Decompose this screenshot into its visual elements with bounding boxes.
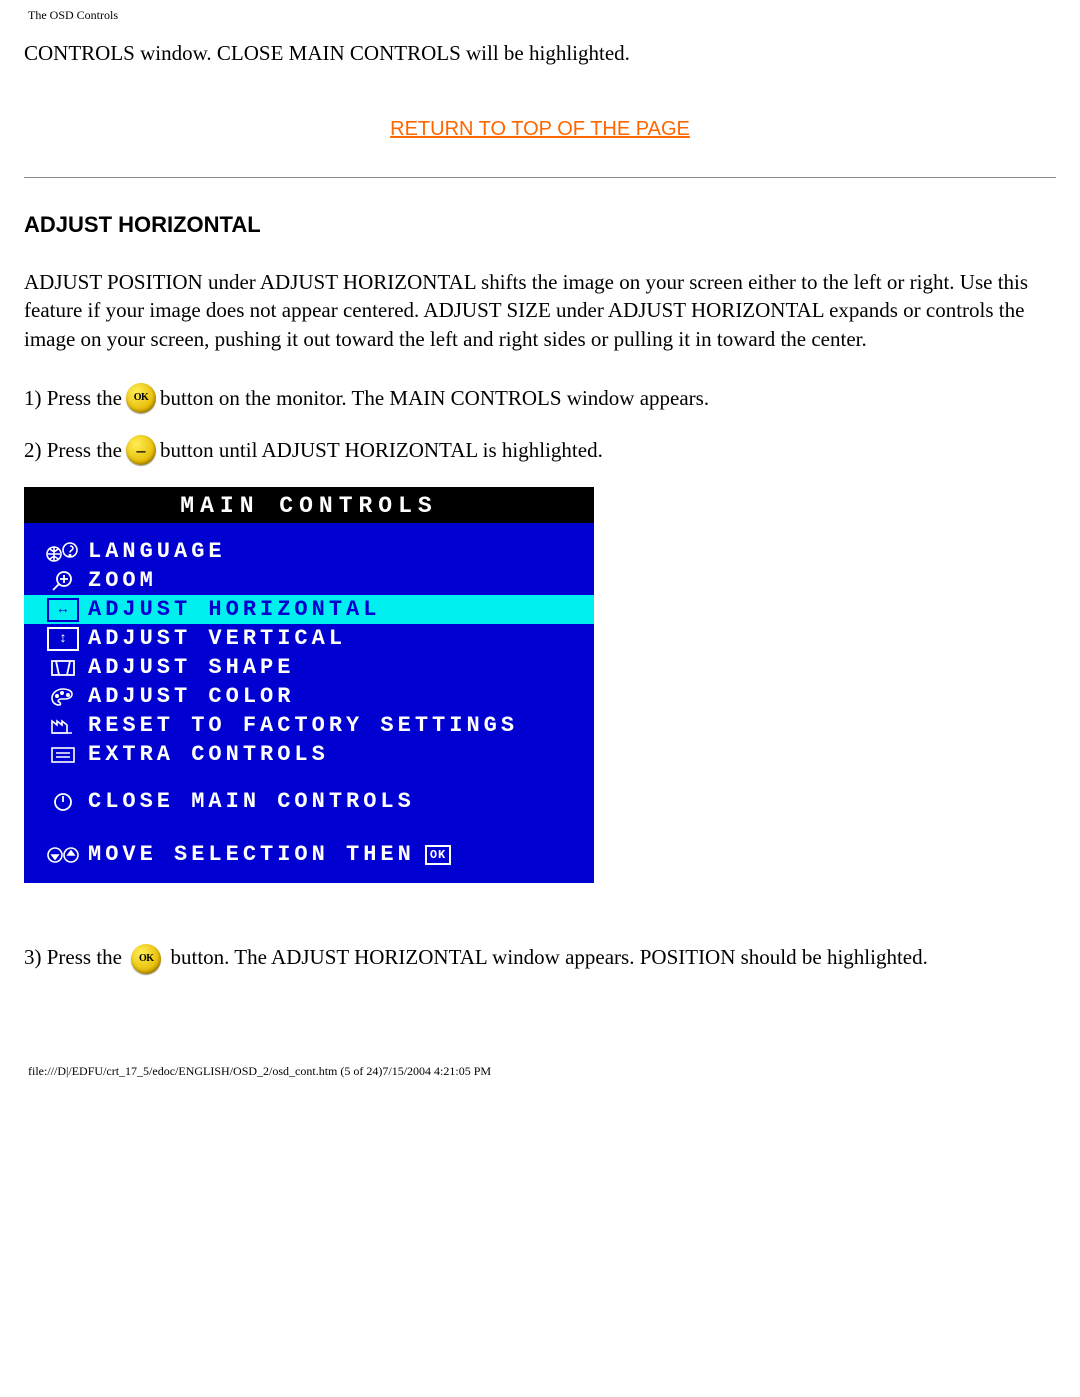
osd-item-zoom: ZOOM (24, 566, 594, 595)
osd-item-close: CLOSE MAIN CONTROLS (24, 787, 594, 816)
osd-item-label: LANGUAGE (88, 539, 226, 564)
osd-item-label: EXTRA CONTROLS (88, 742, 329, 767)
osd-main-controls-panel: MAIN CONTROLS LANGUAGE ZOOM ↔ ADJUST HOR… (24, 487, 594, 883)
osd-item-adjust-shape: ADJUST SHAPE (24, 653, 594, 682)
step2-pre: 2) Press the (24, 436, 122, 464)
up-down-circles-icon (38, 844, 88, 866)
page-footer-path: file:///D|/EDFU/crt_17_5/edoc/ENGLISH/OS… (24, 1064, 1056, 1089)
list-icon (38, 744, 88, 766)
osd-footer-ok-icon: OK (425, 845, 451, 865)
shape-icon (38, 657, 88, 679)
step2-post: button until ADJUST HORIZONTAL is highli… (160, 436, 603, 464)
osd-item-adjust-color: ADJUST COLOR (24, 682, 594, 711)
osd-footer: MOVE SELECTION THEN OK (24, 834, 594, 877)
ok-button-icon (126, 383, 156, 413)
osd-item-label: ADJUST COLOR (88, 684, 294, 709)
factory-icon (38, 715, 88, 737)
step1-pre: 1) Press the (24, 384, 122, 412)
osd-title: MAIN CONTROLS (24, 487, 594, 523)
palette-icon (38, 686, 88, 708)
magnifier-plus-icon (38, 569, 88, 593)
globe-question-icon (38, 540, 88, 564)
ok-button-icon (131, 944, 161, 974)
horizontal-arrows-icon: ↔ (38, 598, 88, 622)
return-to-top-link[interactable]: RETURN TO TOP OF THE PAGE (390, 118, 690, 140)
osd-item-extra-controls: EXTRA CONTROLS (24, 740, 594, 769)
step1-post: button on the monitor. The MAIN CONTROLS… (160, 384, 709, 412)
osd-item-label: ADJUST SHAPE (88, 655, 294, 680)
section-description: ADJUST POSITION under ADJUST HORIZONTAL … (24, 268, 1056, 353)
osd-item-language: LANGUAGE (24, 537, 594, 566)
vertical-arrows-icon: ↕ (38, 627, 88, 651)
page-header-small: The OSD Controls (24, 0, 1056, 33)
section-heading: ADJUST HORIZONTAL (24, 212, 1056, 238)
osd-footer-text: MOVE SELECTION THEN (88, 842, 415, 867)
minus-button-icon (126, 435, 156, 465)
osd-item-reset-factory: RESET TO FACTORY SETTINGS (24, 711, 594, 740)
osd-item-label: RESET TO FACTORY SETTINGS (88, 713, 518, 738)
osd-item-label: ADJUST HORIZONTAL (88, 597, 380, 622)
osd-item-adjust-vertical: ↕ ADJUST VERTICAL (24, 624, 594, 653)
osd-item-label: ZOOM (88, 568, 157, 593)
step3-post: button. The ADJUST HORIZONTAL window app… (171, 945, 928, 969)
intro-paragraph: CONTROLS window. CLOSE MAIN CONTROLS wil… (24, 41, 1056, 66)
step3-pre: 3) Press the (24, 945, 127, 969)
divider (24, 177, 1056, 178)
power-circle-icon (38, 791, 88, 813)
osd-item-adjust-horizontal: ↔ ADJUST HORIZONTAL (24, 595, 594, 624)
osd-item-label: ADJUST VERTICAL (88, 626, 346, 651)
osd-close-label: CLOSE MAIN CONTROLS (88, 789, 415, 814)
